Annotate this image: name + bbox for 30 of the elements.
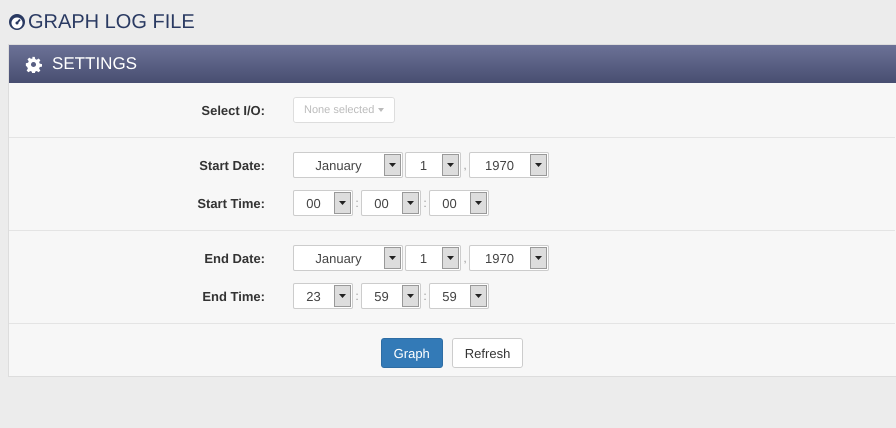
dropdown[interactable]: 1 xyxy=(405,245,461,271)
field-label: End Date: xyxy=(203,250,266,266)
dropdown[interactable]: January xyxy=(293,245,403,271)
field-label: Start Date: xyxy=(198,158,266,172)
field-label: End Time: xyxy=(201,288,266,304)
dropdown[interactable]: 59 xyxy=(429,283,489,309)
dropdown[interactable]: 59 xyxy=(361,283,421,309)
gear-icon xyxy=(25,56,42,72)
separator-text: : xyxy=(423,196,427,210)
separator-text: : xyxy=(355,289,359,303)
field-label: Start Time: xyxy=(196,196,266,210)
page-title: GRAPH LOG FILE xyxy=(28,10,195,34)
field-label: Select I/O: xyxy=(200,102,266,118)
dropdown[interactable]: 1 xyxy=(405,152,461,178)
gauge-icon xyxy=(8,13,26,31)
separator-text: : xyxy=(355,196,359,210)
panel-title: SETTINGS xyxy=(52,54,138,74)
dropdown[interactable]: 1970 xyxy=(469,152,549,178)
caret-icon xyxy=(378,108,384,112)
separator-text: , xyxy=(463,158,467,172)
dropdown[interactable]: 00 xyxy=(429,190,489,216)
separator-text: : xyxy=(423,289,427,303)
graph-button[interactable]: Graph xyxy=(380,338,443,368)
dropdown[interactable]: January xyxy=(293,152,403,178)
separator-text: , xyxy=(463,251,467,265)
dropdown[interactable]: 00 xyxy=(361,190,421,216)
refresh-button[interactable]: Refresh xyxy=(452,338,524,368)
dropdown[interactable]: 23 xyxy=(293,283,353,309)
dropdown[interactable]: 00 xyxy=(293,190,353,216)
dropdown[interactable]: 1970 xyxy=(469,245,549,271)
